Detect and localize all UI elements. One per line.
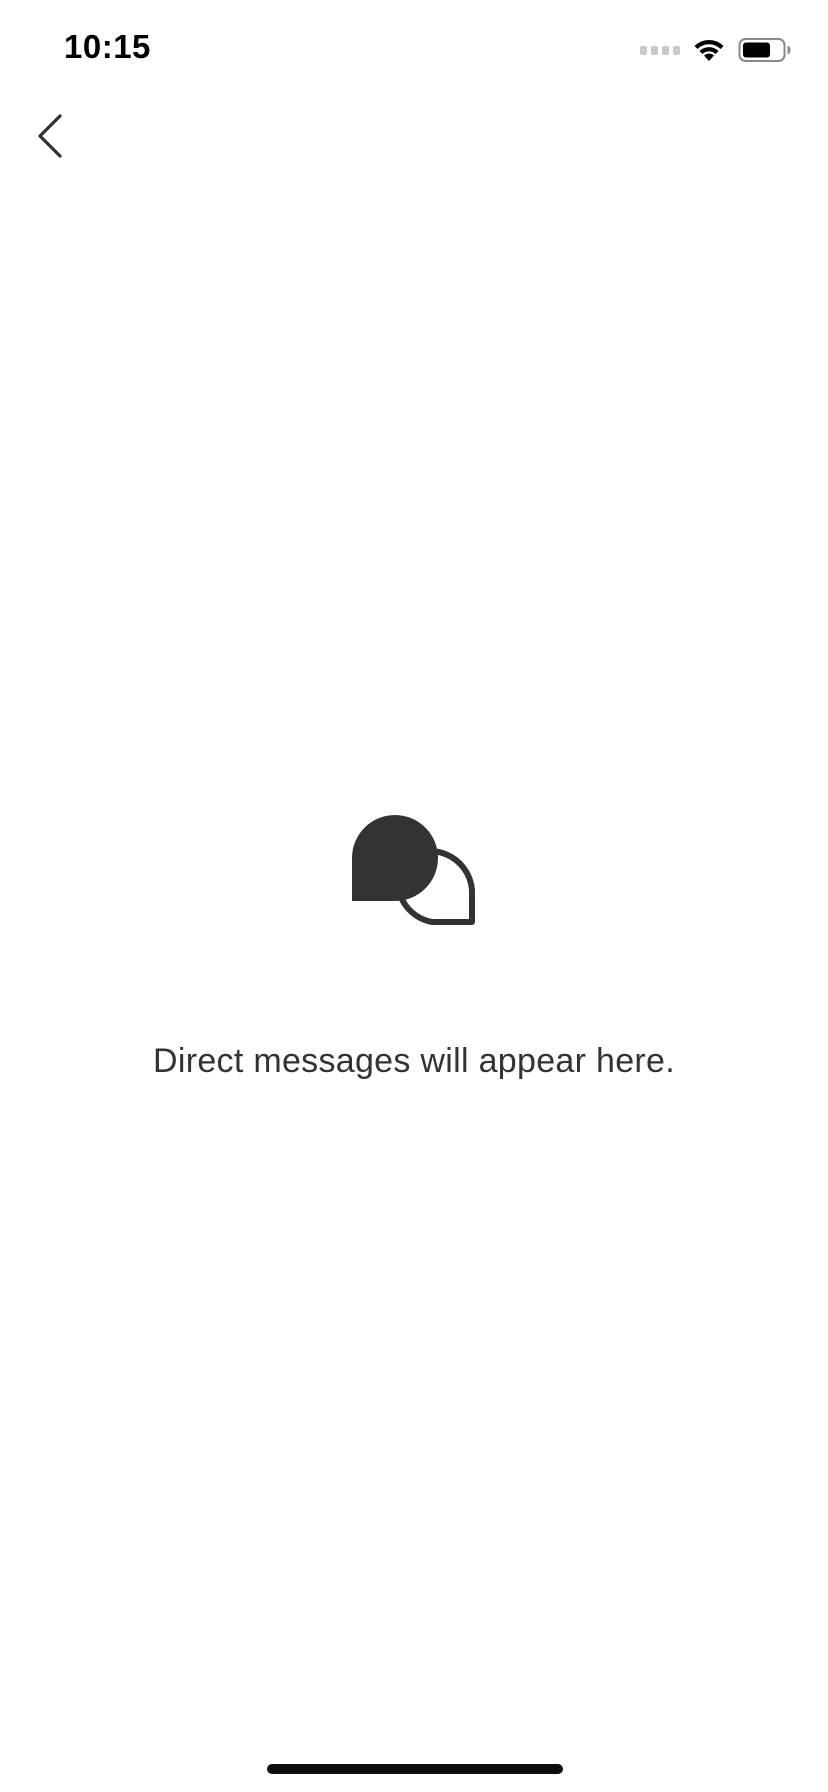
chat-bubbles-icon — [352, 815, 475, 925]
empty-state: Direct messages will appear here. — [0, 810, 828, 1081]
empty-message: Direct messages will appear here. — [152, 1042, 675, 1080]
home-indicator[interactable] — [267, 1764, 563, 1774]
wifi-icon — [694, 39, 724, 61]
status-icons — [640, 36, 792, 64]
back-button[interactable] — [22, 104, 78, 168]
nav-bar — [0, 96, 828, 184]
cellular-signal-icon — [640, 45, 680, 55]
battery-icon — [738, 38, 791, 62]
status-time: 10:15 — [64, 28, 151, 65]
status-bar: 10:15 — [0, 0, 828, 96]
chevron-left-icon — [38, 114, 62, 158]
